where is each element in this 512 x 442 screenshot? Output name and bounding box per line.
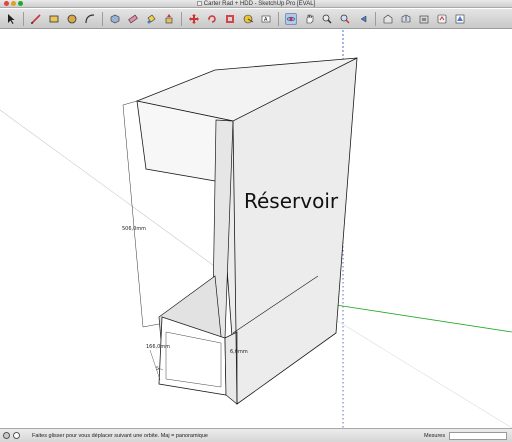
select-tool-button[interactable] [5, 13, 17, 25]
make-component-icon [110, 14, 120, 23]
circle-tool-button[interactable] [66, 13, 78, 25]
toolbar-separator [375, 11, 376, 26]
arc-tool-icon [85, 13, 95, 23]
3d-warehouse-icon [383, 14, 393, 23]
modeling-viewport[interactable]: Réservoir 506,0mm 166,0mm 6,0mm 5 [0, 30, 512, 428]
height-dimension-tick-bottom [142, 323, 160, 328]
status-icons [3, 432, 23, 439]
extension-warehouse-icon [437, 14, 447, 23]
get-components-button[interactable] [418, 13, 430, 25]
select-tool-icon [8, 13, 15, 24]
text-tool-icon: A [261, 15, 271, 23]
rotate-tool-icon [208, 14, 216, 23]
move-tool-button[interactable] [188, 13, 200, 25]
zoom-extents-tool-icon [340, 14, 350, 24]
get-components-icon [419, 15, 429, 23]
lower-right-face [224, 331, 238, 405]
paint-bucket-tool-button[interactable] [145, 13, 157, 25]
small-dimension-text[interactable]: 5 [156, 366, 159, 372]
measurements-input[interactable] [449, 432, 507, 440]
document-icon [196, 1, 202, 6]
width-dimension-line [149, 349, 161, 381]
pencil-line-tool-button[interactable] [30, 13, 42, 25]
circle-tool-icon [67, 14, 77, 23]
reservoir-label[interactable]: Réservoir [244, 189, 339, 213]
toolbar-separator [102, 11, 103, 26]
push-pull-tool-button[interactable] [163, 13, 175, 25]
window-title: Carter Rad + HDD - SketchUp Pro [ÉVAL] [203, 1, 316, 7]
move-tool-icon [189, 13, 199, 24]
toolbar-separator [23, 11, 24, 26]
orbit-tool-icon [286, 16, 296, 21]
previous-view-icon [360, 15, 367, 22]
status-message: Faites glisser pour vous déplacer suivan… [32, 433, 208, 439]
zoom-tool-button[interactable] [321, 13, 333, 25]
toolbar-separator [278, 11, 279, 26]
tape-measure-tool-icon [243, 14, 254, 23]
zoom-tool-icon [322, 14, 332, 24]
eraser-tool-button[interactable] [127, 13, 139, 25]
orbit-tool-button[interactable] [285, 12, 297, 25]
eraser-tool-icon [128, 14, 138, 23]
depth-dimension-text[interactable]: 6,0mm [230, 349, 248, 355]
share-model-button[interactable] [400, 13, 412, 25]
make-component-button[interactable] [109, 13, 121, 25]
status-bar: Faites glisser pour vous déplacer suivan… [0, 428, 512, 442]
title-bar: Carter Rad + HDD - SketchUp Pro [ÉVAL] [0, 0, 512, 8]
text-tool-button[interactable]: A [260, 13, 272, 25]
measurements-label: Mesures [424, 433, 446, 439]
rotate-tool-button[interactable] [206, 13, 218, 25]
model-canvas[interactable]: Réservoir 506,0mm 166,0mm 6,0mm 5 [0, 30, 512, 428]
main-toolbar: A [0, 9, 512, 29]
3d-warehouse-button[interactable] [382, 13, 394, 25]
arc-tool-button[interactable] [84, 13, 96, 25]
offset-tool-button[interactable] [224, 13, 236, 25]
paint-bucket-tool-icon [147, 14, 156, 23]
toolbar-separator [181, 11, 182, 26]
previous-view-button[interactable] [357, 13, 369, 25]
pan-tool-button[interactable] [303, 13, 315, 25]
offset-tool-icon [226, 14, 234, 23]
share-model-icon [401, 14, 411, 22]
geolocation-icon[interactable] [3, 432, 10, 439]
instructor-icon[interactable] [13, 432, 20, 439]
tape-measure-tool-button[interactable] [242, 13, 254, 25]
height-dimension-tick-top [122, 100, 138, 106]
extension-warehouse-button[interactable] [436, 13, 448, 25]
layout-send-icon [455, 14, 465, 23]
window-title-container: Carter Rad + HDD - SketchUp Pro [ÉVAL] [0, 0, 512, 8]
height-dimension-text[interactable]: 506,0mm [122, 226, 146, 232]
rectangle-tool-icon [49, 15, 59, 22]
rectangle-tool-button[interactable] [48, 13, 60, 25]
pencil-line-tool-icon [31, 13, 41, 24]
layout-send-button[interactable] [454, 13, 466, 25]
sketchup-window: Carter Rad + HDD - SketchUp Pro [ÉVAL] A [0, 0, 512, 442]
pan-tool-icon [306, 14, 314, 23]
zoom-extents-tool-button[interactable] [339, 13, 351, 25]
svg-text:A: A [264, 17, 268, 23]
height-dimension-line [122, 104, 144, 328]
push-pull-tool-icon [165, 13, 173, 23]
width-dimension-text[interactable]: 166,0mm [146, 344, 170, 350]
